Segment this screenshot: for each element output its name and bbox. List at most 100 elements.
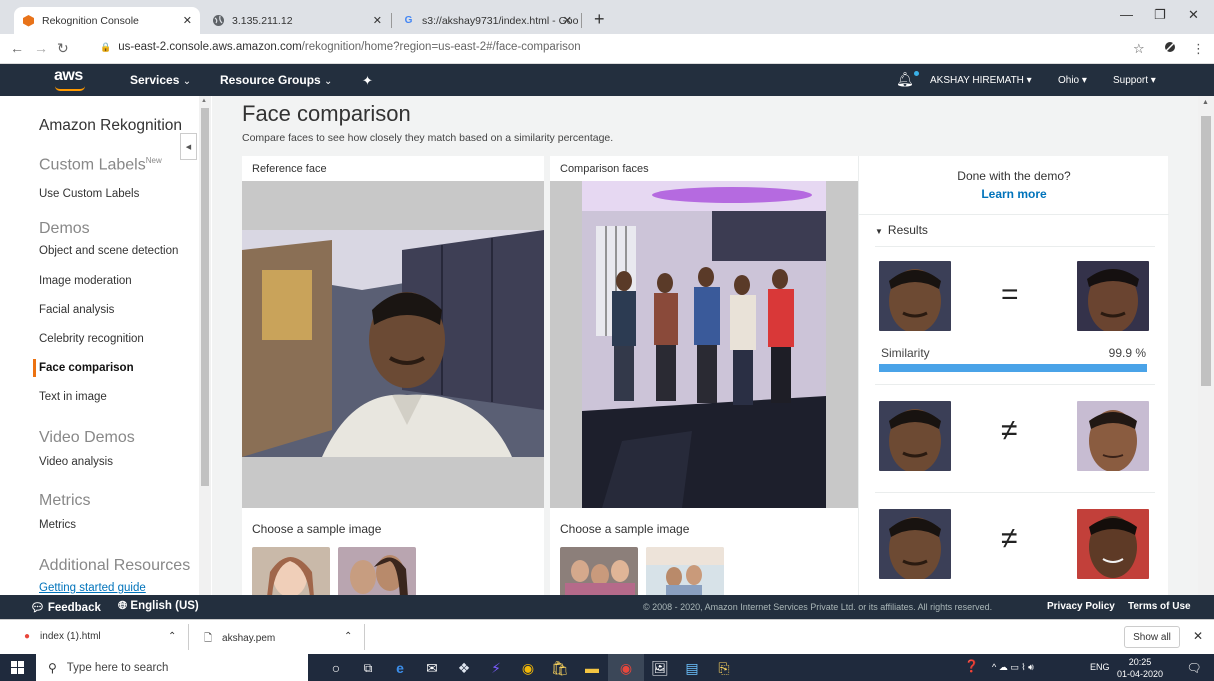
browser-menu-icon[interactable]: ⋮ xyxy=(1192,41,1205,57)
notifications-icon[interactable]: 🗨︎ xyxy=(1184,658,1204,678)
sidebar-item-use-custom-labels[interactable]: Use Custom Labels xyxy=(39,188,139,200)
download-menu-chevron-icon[interactable]: ⌃ xyxy=(168,631,176,642)
extension-icon[interactable] xyxy=(1164,41,1176,56)
support-menu[interactable]: Support ▾ xyxy=(1113,75,1156,86)
resource-groups-menu[interactable]: Resource Groups ⌄ xyxy=(220,73,332,87)
main-scrollbar[interactable]: ▲ xyxy=(1198,96,1214,595)
language-indicator[interactable]: ENG xyxy=(1090,662,1110,672)
page-subtitle: Compare faces to see how closely they ma… xyxy=(242,132,614,144)
comparison-image-area[interactable] xyxy=(550,181,858,508)
app-icon[interactable]: ▤ xyxy=(682,658,702,678)
terms-of-use-link[interactable]: Terms of Use xyxy=(1128,601,1191,612)
speech-bubble-icon: 💬︎ xyxy=(30,602,45,614)
comparison-photo xyxy=(582,181,826,508)
mail-icon[interactable]: ✉ xyxy=(422,658,442,678)
close-tab-icon[interactable]: ✕ xyxy=(373,14,382,27)
back-arrow-icon[interactable]: ← xyxy=(10,40,24,56)
network-app-icon[interactable]: ⎘ xyxy=(714,658,734,678)
close-tab-icon[interactable]: ✕ xyxy=(563,14,572,27)
sidebar-item-facial-analysis[interactable]: Facial analysis xyxy=(39,304,114,316)
store-icon[interactable]: 🛍︎ xyxy=(550,658,570,678)
restore-icon[interactable]: ❐ xyxy=(1154,7,1166,23)
minimize-icon[interactable]: — xyxy=(1120,7,1133,22)
tab-ip-address[interactable]: 3.135.211.12 ✕ xyxy=(204,7,392,34)
globe-icon xyxy=(212,14,225,27)
privacy-policy-link[interactable]: Privacy Policy xyxy=(1047,601,1115,612)
download-menu-chevron-icon[interactable]: ⌃ xyxy=(344,631,352,642)
feedback-button[interactable]: 💬︎ Feedback xyxy=(30,600,101,614)
similarity-value: 99.9 % xyxy=(1108,346,1146,360)
task-view-icon[interactable]: ⧉ xyxy=(358,658,378,678)
dropbox-icon[interactable]: ❖ xyxy=(454,658,474,678)
bookmark-star-icon[interactable]: ☆ xyxy=(1133,41,1145,57)
cortana-icon[interactable]: ○ xyxy=(326,658,346,678)
sidebar-item-video-analysis[interactable]: Video analysis xyxy=(39,456,113,468)
sample-thumbnail-2[interactable] xyxy=(338,547,416,595)
sample-thumbnail-4[interactable] xyxy=(646,547,724,595)
google-icon: G xyxy=(404,15,413,26)
clock[interactable]: 20:25 01-04-2020 xyxy=(1117,656,1163,680)
aws-logo[interactable]: aws xyxy=(54,67,85,91)
chrome-file-icon: ● xyxy=(24,631,31,642)
sidebar-item-object-scene[interactable]: Object and scene detection xyxy=(39,245,178,257)
file-explorer-icon[interactable]: ▬ xyxy=(582,658,602,678)
photos-icon[interactable]: 🖼︎ xyxy=(650,658,670,678)
windows-start-icon[interactable] xyxy=(11,661,24,674)
taskbar-search[interactable]: ⚲ Type here to search xyxy=(36,654,308,681)
new-tab-button[interactable]: + xyxy=(594,10,605,28)
search-icon: ⚲ xyxy=(48,660,57,675)
similarity-bar-fill xyxy=(879,364,1147,372)
download-item-html[interactable]: ● index (1).html xyxy=(24,631,101,642)
user-menu[interactable]: AKSHAY HIREMATH ▾ xyxy=(930,75,1032,86)
url-path: /rekognition/home?region=us-east-2#/face… xyxy=(301,41,581,53)
close-tab-icon[interactable]: ✕ xyxy=(183,14,192,27)
close-window-icon[interactable]: ✕ xyxy=(1188,7,1199,23)
edge-icon[interactable]: e xyxy=(390,658,410,678)
collapse-sidebar-button[interactable]: ◀ xyxy=(180,133,197,160)
reference-image-area[interactable] xyxy=(242,181,544,508)
forward-arrow-icon[interactable]: → xyxy=(34,40,48,56)
tab-s3-index[interactable]: G s3://akshay9731/index.html - Goo ✕ xyxy=(394,7,582,34)
globe-icon: 🌐︎ xyxy=(118,600,128,612)
sample-thumbnail-1[interactable] xyxy=(252,547,330,595)
sidebar-item-celebrity[interactable]: Celebrity recognition xyxy=(39,333,144,345)
close-download-bar-icon[interactable]: ✕ xyxy=(1193,629,1203,643)
sidebar-title[interactable]: Amazon Rekognition xyxy=(39,117,182,135)
results-heading[interactable]: ▼ Results xyxy=(875,223,928,237)
sidebar-scrollbar[interactable]: ▲ xyxy=(199,96,211,595)
sample-image-label-left: Choose a sample image xyxy=(252,522,382,536)
url-field[interactable]: 🔒 us-east-2.console.aws.amazon.com/rekogn… xyxy=(100,41,581,53)
comparison-faces-panel: Comparison faces Choose a sample image xyxy=(550,156,858,595)
language-selector[interactable]: 🌐︎ English (US) xyxy=(118,600,199,613)
sidebar-item-image-moderation[interactable]: Image moderation xyxy=(39,275,132,287)
not-equal-icon: ≠ xyxy=(1001,522,1018,555)
pin-icon[interactable]: ✦ xyxy=(362,73,373,89)
learn-more-link[interactable]: Learn more xyxy=(859,187,1169,201)
show-all-downloads-button[interactable]: Show all xyxy=(1124,626,1180,648)
sample-thumbnail-3[interactable] xyxy=(560,547,638,595)
tab-rekognition-console[interactable]: Rekognition Console ✕ xyxy=(14,7,200,34)
lock-icon: 🔒 xyxy=(100,42,112,52)
sidebar-item-metrics[interactable]: Metrics xyxy=(39,519,76,531)
tray-icons[interactable]: ^ ☁ ▭ ⌇ 🔊︎ xyxy=(992,662,1034,673)
sidebar-item-text-in-image[interactable]: Text in image xyxy=(39,391,107,403)
url-host: us-east-2.console.aws.amazon.com xyxy=(118,41,302,53)
chrome-icon[interactable]: ◉ xyxy=(518,658,538,678)
bell-icon[interactable]: 🔔︎ xyxy=(896,71,919,88)
help-icon[interactable]: ❓ xyxy=(964,659,979,673)
new-badge: New xyxy=(145,156,162,165)
page-title: Face comparison xyxy=(242,101,411,126)
reload-icon[interactable]: ↻ xyxy=(57,40,69,57)
services-menu[interactable]: Services ⌄ xyxy=(130,73,191,87)
sidebar-item-face-comparison[interactable]: Face comparison xyxy=(39,362,134,374)
download-item-pem[interactable]: 🗋 akshay.pem xyxy=(204,631,275,648)
active-indicator xyxy=(33,359,36,377)
chrome-active-icon[interactable]: ◉ xyxy=(616,658,636,678)
windows-taskbar: ⚲ Type here to search ○ ⧉ e ✉ ❖ ⚡ ◉ 🛍︎ ▬ … xyxy=(0,654,1214,681)
getting-started-link[interactable]: Getting started guide xyxy=(39,582,146,594)
download-bar: ● index (1).html ⌃ 🗋 akshay.pem ⌃ Show all… xyxy=(0,619,1214,654)
address-bar: ← → ↻ 🔒 us-east-2.console.aws.amazon.com/… xyxy=(0,34,1214,64)
region-menu[interactable]: Ohio ▾ xyxy=(1058,75,1087,86)
bolt-app-icon[interactable]: ⚡ xyxy=(486,658,506,678)
section-additional-resources: Additional Resources xyxy=(39,557,191,574)
